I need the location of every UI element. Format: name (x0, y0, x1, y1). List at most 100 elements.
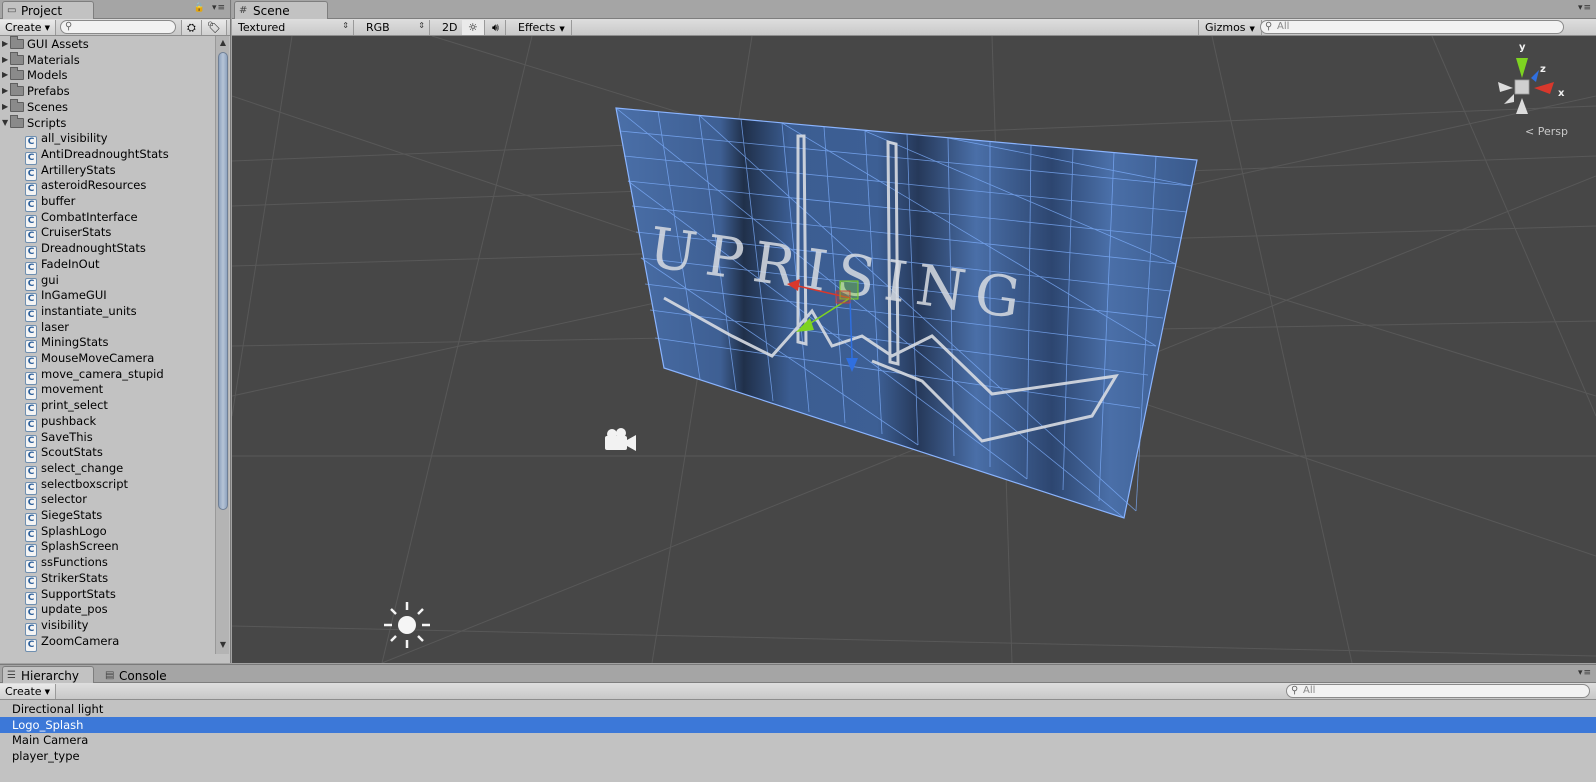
folder-label: Models (27, 68, 68, 83)
expanded-arrow-icon[interactable]: ▼ (2, 115, 8, 131)
tab-scene-label: Scene (253, 4, 290, 18)
collapsed-arrow-icon[interactable]: ▶ (2, 52, 8, 68)
scroll-up-icon[interactable]: ▲ (216, 38, 230, 50)
script-item[interactable]: Cselectboxscript (0, 476, 128, 495)
script-label: all_visibility (41, 131, 108, 146)
scene-lighting-toggle-icon[interactable]: ☼ (462, 20, 485, 35)
tab-console[interactable]: ▤ Console (100, 666, 180, 684)
persp-arrow-icon: < (1525, 125, 1535, 138)
shading-mode-dropdown[interactable]: Textured ⇕ (232, 20, 354, 35)
scroll-down-icon[interactable]: ▼ (216, 640, 230, 652)
projection-toggle[interactable]: < Persp (1525, 125, 1568, 138)
script-item[interactable]: C ArtilleryStats (0, 162, 116, 181)
script-item[interactable]: CssFunctions (0, 554, 108, 574)
script-item[interactable]: Cbuffer (0, 193, 75, 212)
script-item[interactable]: C StrikerStats (0, 570, 108, 589)
scene-viewport[interactable]: UPRISING y x z < Persp (232, 36, 1596, 663)
script-item[interactable]: C InGameGUI (0, 287, 107, 307)
hierarchy-search-input[interactable]: ⚲ All (1286, 684, 1590, 698)
panel-menu-icon[interactable]: ▾≡ (212, 3, 226, 13)
collapsed-arrow-icon[interactable]: ▶ (2, 36, 8, 52)
project-create-button[interactable]: Create ▼ (0, 20, 56, 35)
script-item[interactable]: Call_visibility (0, 130, 108, 150)
script-item[interactable]: C ScoutStats (0, 444, 103, 464)
script-label: ssFunctions (41, 555, 108, 570)
hierarchy-item-label: Main Camera (12, 733, 89, 748)
project-search-input[interactable]: ⚲ (60, 20, 176, 34)
folder-item[interactable]: ▶ GUI Assets (0, 36, 89, 52)
script-label: MiningStats (41, 335, 109, 350)
effects-dropdown[interactable]: Effects ▼ (512, 20, 572, 35)
grid-tab-icon: # (239, 5, 248, 16)
script-item[interactable]: C ZoomCamera (0, 633, 120, 652)
tab-hierarchy[interactable]: ☰ Hierarchy (2, 666, 94, 684)
script-item[interactable]: C SplashScreen (0, 538, 119, 558)
script-item[interactable]: C CombatInterface (0, 209, 138, 228)
script-label: FadeInOut (41, 256, 100, 271)
updown-arrow-icon: ⇕ (418, 21, 425, 30)
script-item[interactable]: Cgui (0, 272, 59, 291)
script-label: ArtilleryStats (41, 162, 116, 177)
folder-item[interactable]: ▼ Scripts (0, 114, 66, 131)
render-mode-dropdown[interactable]: RGB ⇕ (360, 20, 430, 35)
hierarchy-create-button[interactable]: Create ▼ (0, 684, 56, 699)
project-scrollbar[interactable]: ▲ ▼ (215, 36, 229, 654)
script-item[interactable]: C SplashLogo (0, 523, 107, 542)
folder-item[interactable]: ▶ Models (0, 67, 68, 83)
light-gizmo-icon[interactable] (384, 602, 430, 648)
script-label: ScoutStats (41, 445, 103, 460)
script-item[interactable]: C FadeInOut (0, 256, 100, 275)
scene-canvas[interactable]: UPRISING y x z (232, 36, 1596, 663)
scene-search-placeholder: All (1277, 21, 1290, 32)
script-item[interactable]: C SaveThis (0, 429, 93, 448)
script-item[interactable]: CasteroidResources (0, 177, 146, 197)
filter-by-type-icon[interactable]: ⛭ (181, 20, 202, 35)
folder-item[interactable]: ▶ Materials (0, 51, 80, 68)
scene-search-input[interactable]: ⚲ All (1260, 20, 1564, 34)
script-item[interactable]: C SiegeStats (0, 507, 102, 526)
script-item[interactable]: Cmovement (0, 381, 103, 401)
camera-gizmo-icon[interactable] (605, 428, 636, 451)
script-item[interactable]: C SupportStats (0, 586, 116, 605)
script-item[interactable]: C DreadnoughtStats (0, 240, 146, 260)
project-tabbar: ▭ Project 🔒 ▾≡ (0, 0, 230, 19)
script-item[interactable]: Cvisibility (0, 617, 88, 636)
scene-audio-toggle-icon[interactable]: 🔊︎ (486, 20, 506, 35)
collapsed-arrow-icon[interactable]: ▶ (2, 67, 8, 83)
folder-tab-icon: ▭ (7, 5, 17, 16)
collapsed-arrow-icon[interactable]: ▶ (2, 83, 8, 99)
panel-menu-icon[interactable]: ▾≡ (1578, 668, 1592, 678)
tab-scene[interactable]: # Scene (234, 1, 328, 19)
orientation-gizmo[interactable]: y x z (1498, 42, 1565, 114)
script-item[interactable]: Cselect_change (0, 460, 123, 479)
script-item[interactable]: C CruiserStats (0, 224, 111, 244)
script-item[interactable]: Cselector (0, 491, 87, 511)
filter-by-label-icon[interactable]: 🏷 (202, 20, 227, 35)
tab-project[interactable]: ▭ Project (2, 1, 94, 19)
script-item[interactable]: Cmove_camera_stupid (0, 366, 164, 385)
hierarchy-item[interactable]: player_type (0, 748, 1596, 764)
script-item[interactable]: Cupdate_pos (0, 601, 108, 621)
tab-hierarchy-label: Hierarchy (21, 669, 80, 683)
script-item[interactable]: Cinstantiate_units (0, 303, 137, 322)
folder-item[interactable]: ▶ Scenes (0, 98, 68, 115)
lock-icon[interactable]: 🔒 (194, 3, 206, 13)
script-item[interactable]: C MouseMoveCamera (0, 350, 154, 369)
script-item[interactable]: Cprint_select (0, 397, 108, 417)
script-item[interactable]: C AntiDreadnoughtStats (0, 146, 169, 165)
panel-menu-icon[interactable]: ▾≡ (1578, 3, 1592, 13)
hierarchy-search-placeholder: All (1303, 685, 1316, 696)
project-tree: ▶ GUI Assets ▶ Materials ▶ Models ▶ Prefabs ▶ Sce… (0, 36, 215, 660)
folder-item[interactable]: ▶ Prefabs (0, 83, 70, 99)
script-item[interactable]: C MiningStats (0, 334, 109, 354)
toggle-2d-button[interactable]: 2D (436, 20, 465, 35)
script-item[interactable]: Cpushback (0, 413, 96, 432)
gizmos-dropdown[interactable]: Gizmos ▼ (1198, 20, 1262, 35)
hierarchy-item[interactable]: Main Camera (0, 732, 1596, 748)
hierarchy-item[interactable]: Directional light (0, 701, 1596, 717)
script-label: ZoomCamera (41, 633, 120, 648)
project-scrollbar-thumb[interactable] (218, 52, 228, 510)
script-item[interactable]: Claser (0, 319, 69, 338)
collapsed-arrow-icon[interactable]: ▶ (2, 99, 8, 115)
hierarchy-item[interactable]: Logo_Splash (0, 716, 1596, 733)
